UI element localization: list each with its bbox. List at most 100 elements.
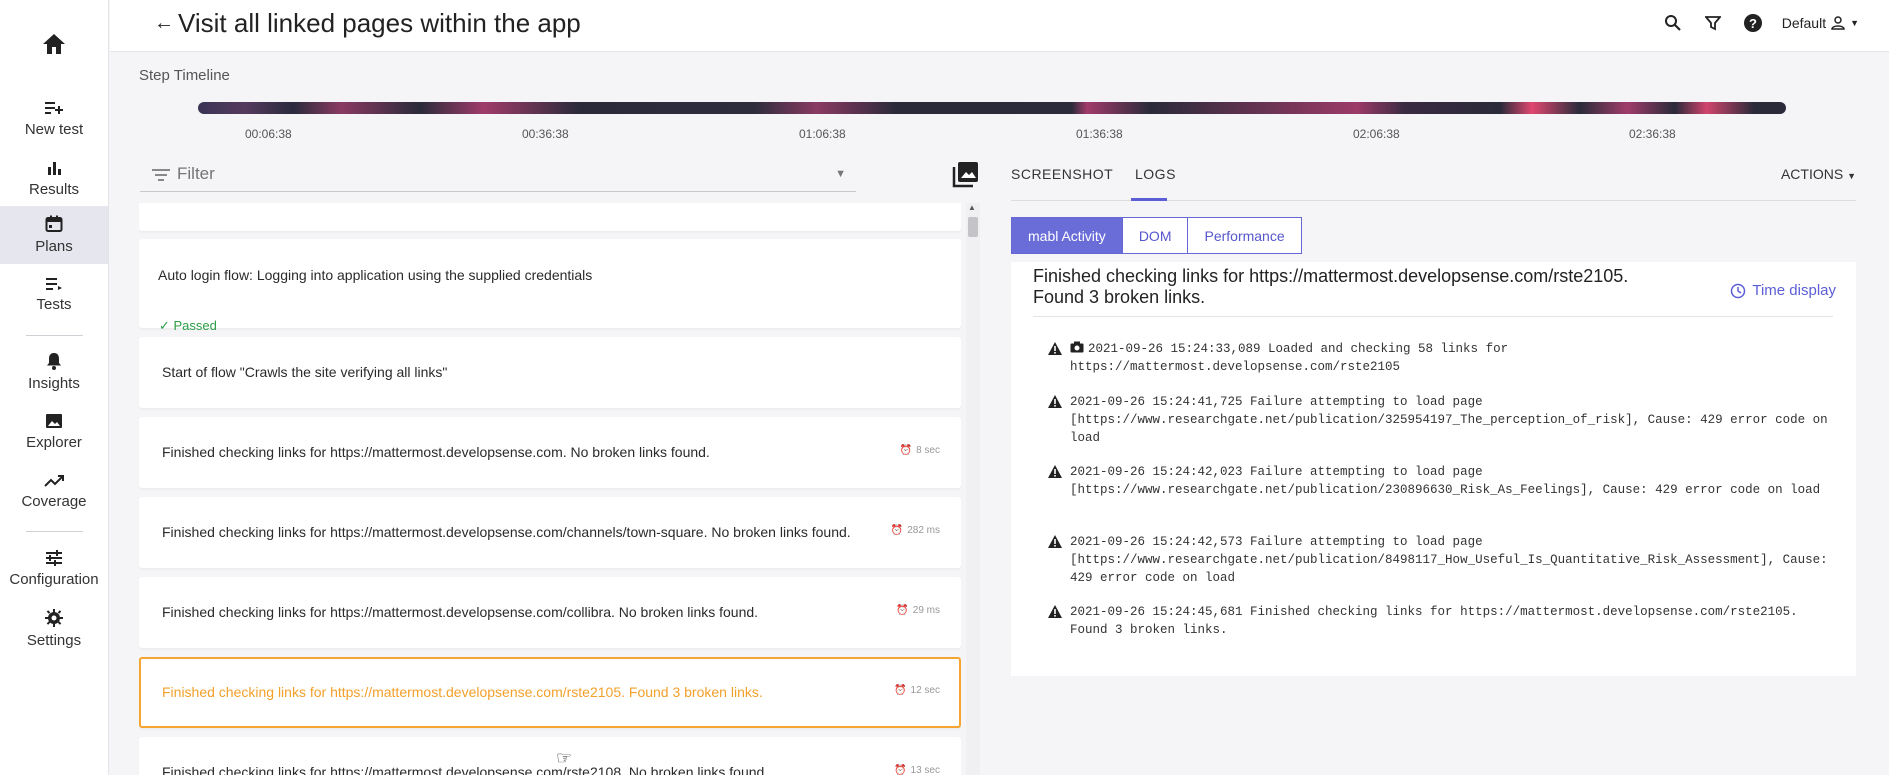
workspace-selector[interactable]: Default ▼ [1782, 15, 1859, 31]
timeline-tick: 02:36:38 [1629, 127, 1676, 141]
log-panel: Finished checking links for https://matt… [1011, 262, 1856, 676]
screenshots-icon[interactable] [952, 160, 980, 188]
bar-chart-icon [48, 162, 61, 175]
active-tab-indicator [1131, 198, 1167, 201]
dropdown-arrow-icon[interactable]: ▼ [835, 168, 846, 180]
log-text: 2021-09-26 15:24:42,573 Failure attempti… [1070, 535, 1836, 585]
image-icon [46, 414, 62, 428]
warning-icon [1048, 605, 1062, 624]
sidebar-item-insights[interactable]: Insights [0, 343, 108, 401]
log-entry: 2021-09-26 15:24:42,023 Failure attempti… [1048, 463, 1828, 499]
filter-input[interactable] [177, 164, 797, 184]
log-type-tabs: mabl Activity DOM Performance [1011, 217, 1302, 254]
scrollbar-thumb[interactable] [968, 217, 978, 237]
warning-icon [1048, 342, 1062, 361]
detail-tabs: SCREENSHOT LOGS ACTIONS ▼ [1011, 158, 1856, 201]
list-item[interactable]: Finished checking links for https://matt… [139, 497, 961, 568]
list-item[interactable]: Finished checking links for https://matt… [139, 577, 961, 648]
tab-performance[interactable]: Performance [1188, 217, 1302, 254]
filter-list-icon [152, 169, 170, 181]
sliders-icon [46, 550, 62, 566]
user-icon [1831, 16, 1845, 30]
sidebar-item-plans[interactable]: Plans [0, 206, 108, 264]
sidebar-item-configuration[interactable]: Configuration [0, 540, 108, 598]
playlist-add-icon [45, 102, 63, 114]
list-icon [46, 278, 62, 290]
sidebar-item-tests[interactable]: Tests [0, 266, 108, 324]
scrollbar[interactable] [966, 203, 980, 775]
caret-down-icon: ▼ [1850, 18, 1859, 28]
alarm-icon: ⏰ [896, 605, 909, 616]
search-icon[interactable] [1662, 12, 1684, 34]
log-heading: Finished checking links for https://matt… [1033, 266, 1629, 307]
gear-icon [45, 609, 63, 627]
step-text: Auto login flow: Logging into applicatio… [158, 267, 593, 283]
list-item[interactable] [139, 203, 961, 231]
duration: ⏰ 29 ms [896, 605, 940, 616]
status-text: Passed [173, 318, 217, 333]
step-text: Finished checking links for https://matt… [162, 524, 851, 540]
sidebar-item-results[interactable]: Results [0, 150, 108, 208]
sidebar-item-label: Results [28, 181, 80, 198]
tab-logs[interactable]: LOGS [1135, 166, 1176, 182]
list-item[interactable]: Finished checking links for https://matt… [139, 417, 961, 488]
log-text: 2021-09-26 15:24:41,725 Failure attempti… [1070, 395, 1836, 445]
step-text: Start of flow "Crawls the site verifying… [162, 364, 448, 380]
duration-text: 8 sec [916, 445, 940, 456]
timeline-tick: 00:36:38 [522, 127, 569, 141]
list-item[interactable]: Auto login flow: Logging into applicatio… [139, 239, 961, 333]
sidebar-item-label: Explorer [26, 434, 82, 451]
step-text: Finished checking links for https://matt… [162, 764, 769, 775]
timeline-tick: 02:06:38 [1353, 127, 1400, 141]
tab-mabl-activity[interactable]: mabl Activity [1011, 217, 1123, 254]
duration: ⏰ 12 sec [894, 685, 940, 696]
list-item[interactable]: Finished checking links for https://matt… [139, 737, 961, 775]
log-entry: 2021-09-26 15:24:45,681 Finished checkin… [1048, 603, 1828, 639]
log-text: 2021-09-26 15:24:42,023 Failure attempti… [1070, 465, 1821, 497]
sidebar-item-label: Coverage [21, 493, 87, 510]
bell-icon [47, 353, 61, 370]
step-timeline-bar[interactable] [198, 102, 1786, 114]
sidebar-item-new-test[interactable]: New test [0, 90, 108, 148]
list-item-selected[interactable]: Finished checking links for https://matt… [139, 657, 961, 728]
back-arrow-icon[interactable]: ← [154, 12, 174, 35]
step-text: Finished checking links for https://matt… [162, 444, 710, 460]
list-item[interactable]: Start of flow "Crawls the site verifying… [139, 337, 961, 408]
sidebar: New test Results Plans Tests Insights Ex… [0, 0, 109, 775]
duration: ⏰ 13 sec [894, 765, 940, 775]
duration-text: 282 ms [907, 525, 940, 536]
calendar-icon [45, 215, 63, 232]
alarm-icon: ⏰ [899, 445, 913, 456]
log-divider [1033, 316, 1833, 317]
home-icon [43, 34, 65, 54]
warning-icon [1048, 465, 1062, 484]
sidebar-item-settings[interactable]: Settings [0, 600, 108, 658]
log-text: 2021-09-26 15:24:45,681 Finished checkin… [1070, 605, 1806, 637]
tab-dom[interactable]: DOM [1122, 217, 1189, 254]
filter-icon[interactable] [1702, 12, 1724, 34]
caret-down-icon: ▼ [1847, 171, 1856, 181]
top-bar: ← Visit all linked pages within the app … [110, 0, 1889, 52]
step-filter[interactable]: ▼ [140, 160, 856, 192]
workspace-label: Default [1781, 15, 1827, 31]
sidebar-item-explorer[interactable]: Explorer [0, 403, 108, 461]
duration-text: 12 sec [910, 685, 940, 696]
log-entry: 2021-09-26 15:24:41,725 Failure attempti… [1048, 393, 1828, 447]
steps-list: Auto login flow: Logging into applicatio… [139, 203, 961, 775]
sidebar-item-coverage[interactable]: Coverage [0, 463, 108, 521]
sidebar-divider [26, 335, 83, 336]
tab-screenshot[interactable]: SCREENSHOT [1011, 166, 1113, 182]
timeline-tick: 00:06:38 [245, 127, 292, 141]
scroll-up-icon[interactable]: ▲ [968, 203, 976, 212]
alarm-icon: ⏰ [890, 525, 904, 536]
actions-menu[interactable]: ACTIONS ▼ [1781, 166, 1856, 182]
log-entry: 2021-09-26 15:24:42,573 Failure attempti… [1048, 533, 1828, 587]
home-button[interactable] [0, 26, 108, 62]
log-entry: 2021-09-26 15:24:33,089 Loaded and check… [1048, 340, 1828, 376]
svg-text:?: ? [1749, 16, 1757, 31]
actions-label: ACTIONS [1780, 166, 1844, 182]
warning-icon [1048, 535, 1062, 554]
time-display-toggle[interactable]: Time display [1730, 282, 1836, 299]
help-icon[interactable]: ? [1742, 12, 1764, 34]
timeline-tick: 01:06:38 [799, 127, 846, 141]
